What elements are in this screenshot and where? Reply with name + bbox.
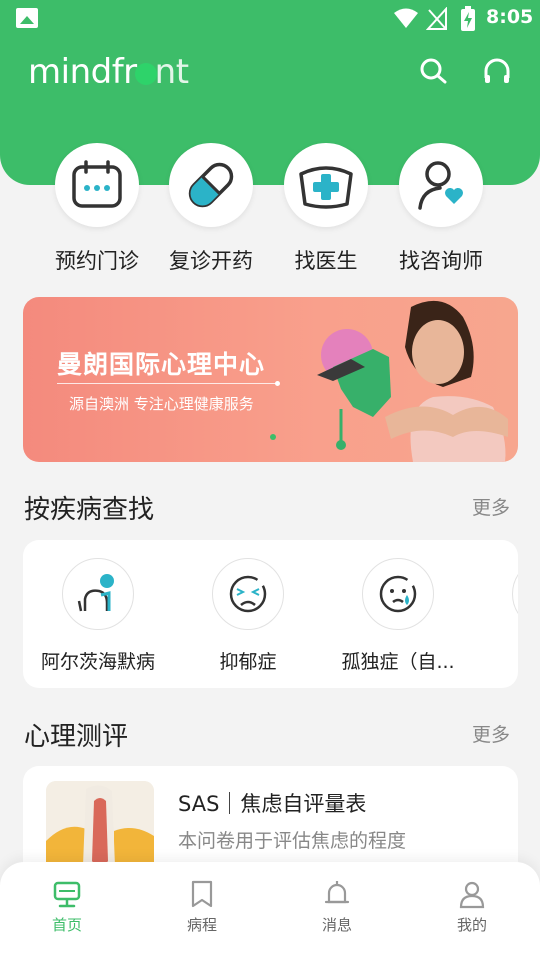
wifi-icon [394,8,418,28]
banner-illustration [317,300,508,462]
crying-face-icon [362,558,434,630]
disease-name: 孤独症（自... [341,651,455,673]
disease-list: 阿尔茨海默病 抑郁症 孤独症（自... 围 [23,540,518,688]
quick-action-prescription[interactable]: 复诊开药 [161,143,261,275]
app-logo: mindfr nt [28,52,189,92]
evaluation-description: 本问卷用于评估焦虑的程度 [178,830,407,852]
elderly-person-icon [62,558,134,630]
tab-label: 我的 [456,916,487,934]
tab-home[interactable]: 首页 [27,878,107,935]
medical-kit-icon [284,143,368,227]
battery-charging-icon [461,6,475,31]
quick-action-label: 复诊开药 [169,249,253,273]
quick-action-label: 预约门诊 [55,249,139,273]
counselor-icon [399,143,483,227]
quick-action-appointment[interactable]: 预约门诊 [47,143,147,275]
quick-action-label: 找咨询师 [399,249,483,273]
banner-page-indicator [270,434,276,440]
calendar-icon [55,143,139,227]
disease-item[interactable]: 阿尔茨海默病 [23,558,173,674]
banner-title: 曼朗国际心理中心 [57,350,266,379]
pill-icon [169,143,253,227]
bookmark-icon [162,878,242,910]
evaluation-title: SAS 焦虑自评量表 [178,788,366,818]
promo-banner[interactable]: 曼朗国际心理中心 源自澳洲 专注心理健康服务 [23,297,518,462]
no-signal-icon [426,7,447,30]
disease-name: 阿尔茨海默病 [40,651,155,673]
logo-text-2: nt [154,52,189,92]
disease-item[interactable]: 围 [473,558,518,674]
evaluation-more-link[interactable]: 更多 [472,720,510,747]
tab-course[interactable]: 病程 [162,878,242,935]
sad-face-icon [212,558,284,630]
tab-profile[interactable]: 我的 [432,878,512,935]
quick-action-find-counselor[interactable]: 找咨询师 [391,143,491,275]
quick-action-label: 找医生 [294,249,358,273]
disease-name: 围 [473,647,518,674]
logo-dot [134,63,157,85]
logo-text-1: mindfr [28,52,137,92]
status-bar: 8:05 [0,0,540,38]
disease-item[interactable]: 孤独症（自... [323,558,473,674]
bottom-tab-bar: 首页 病程 消息 我的 [0,862,540,960]
banner-subtitle: 源自澳洲 专注心理健康服务 [69,395,254,413]
disease-section-title: 按疾病查找 [24,495,155,525]
disease-more-link[interactable]: 更多 [472,493,510,520]
tab-label: 病程 [186,916,217,934]
disease-item[interactable]: 抑郁症 [173,558,323,674]
tab-label: 首页 [51,916,82,934]
evaluation-name: 焦虑自评量表 [240,792,367,816]
tab-messages[interactable]: 消息 [297,878,377,935]
tab-label: 消息 [321,916,352,934]
title-separator [229,792,231,814]
evaluation-code: SAS [178,792,220,816]
evaluation-section-title: 心理测评 [24,722,129,752]
bell-icon [297,878,377,910]
user-icon [432,878,512,910]
clock-time: 8:05 [486,6,534,28]
quick-action-find-doctor[interactable]: 找医生 [276,143,376,275]
image-notification-icon [16,8,38,28]
banner-divider-dot [275,381,280,386]
search-icon[interactable] [418,56,448,86]
partial-icon [512,558,518,630]
headset-icon[interactable] [482,56,512,86]
home-monitor-icon [27,878,107,910]
banner-divider [57,383,279,384]
disease-name: 抑郁症 [219,651,277,673]
